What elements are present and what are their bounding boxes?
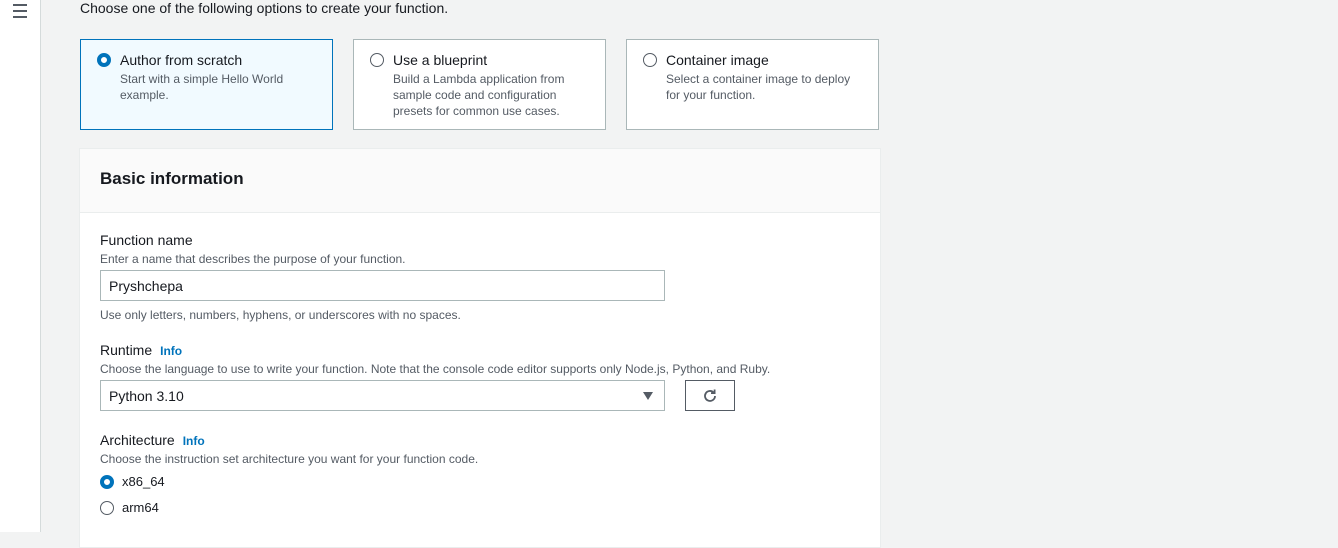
radio-arm64[interactable] (100, 500, 114, 515)
option-use-a-blueprint[interactable]: Use a blueprint Build a Lambda applicati… (353, 39, 606, 130)
radio-container-image[interactable] (643, 53, 657, 67)
function-name-constraint: Use only letters, numbers, hyphens, or u… (100, 308, 461, 322)
left-navigation-rail (0, 0, 41, 532)
creation-options: Author from scratch Start with a simple … (80, 39, 879, 130)
architecture-label: Architecture (100, 432, 175, 448)
caret-down-icon (643, 392, 653, 400)
runtime-selected-value: Python 3.10 (109, 387, 184, 404)
refresh-icon (704, 389, 716, 402)
function-name-input[interactable] (100, 270, 665, 301)
intro-text: Choose one of the following options to c… (80, 0, 449, 16)
hamburger-menu-icon[interactable] (13, 4, 27, 18)
option-description: Build a Lambda application from sample c… (393, 72, 565, 118)
radio-x86_64[interactable] (100, 474, 114, 489)
option-title: Container image (666, 52, 769, 68)
runtime-label-row: Runtime Info (100, 342, 182, 358)
radio-author-from-scratch[interactable] (97, 53, 111, 67)
radio-use-a-blueprint[interactable] (370, 53, 384, 67)
option-container-image[interactable]: Container image Select a container image… (626, 39, 879, 130)
function-name-label: Function name (100, 232, 193, 248)
runtime-select[interactable]: Python 3.10 (100, 380, 665, 411)
option-title: Use a blueprint (393, 52, 488, 68)
function-name-description: Enter a name that describes the purpose … (100, 252, 406, 266)
runtime-info-link[interactable]: Info (160, 344, 182, 358)
option-description: Start with a simple Hello World example. (120, 72, 284, 102)
basic-information-panel: Basic information Function name Enter a … (79, 148, 881, 548)
panel-title: Basic information (80, 149, 880, 213)
option-title: Author from scratch (120, 52, 243, 68)
refresh-runtime-button[interactable] (685, 380, 735, 411)
architecture-option-x86_64[interactable]: x86_64 (100, 474, 165, 489)
architecture-info-link[interactable]: Info (183, 434, 205, 448)
architecture-option-arm64[interactable]: arm64 (100, 500, 159, 515)
architecture-label-row: Architecture Info (100, 432, 205, 448)
architecture-description: Choose the instruction set architecture … (100, 452, 479, 466)
runtime-label: Runtime (100, 342, 153, 358)
runtime-description: Choose the language to use to write your… (100, 362, 771, 376)
architecture-option-label: arm64 (122, 500, 159, 515)
option-author-from-scratch[interactable]: Author from scratch Start with a simple … (80, 39, 333, 130)
architecture-option-label: x86_64 (122, 474, 165, 489)
option-description: Select a container image to deploy for y… (666, 72, 851, 102)
